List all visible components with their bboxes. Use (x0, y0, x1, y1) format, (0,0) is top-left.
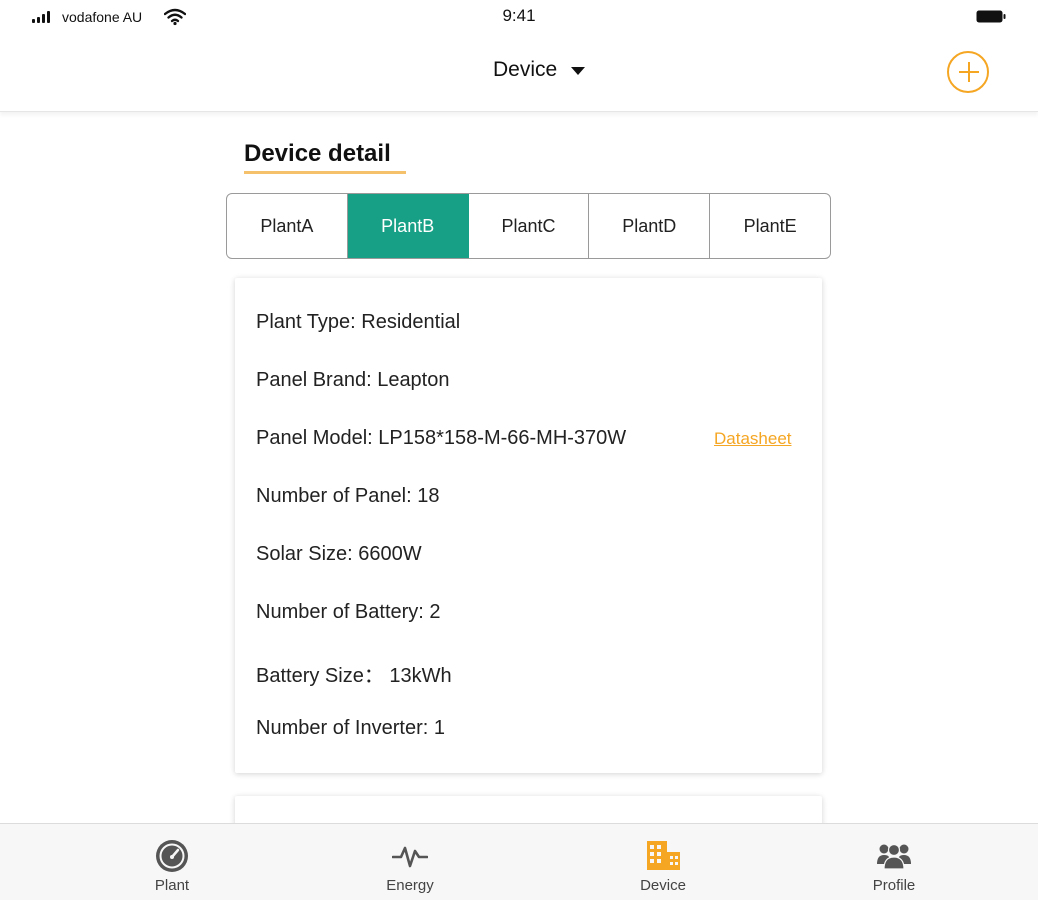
header: Device (0, 36, 1038, 112)
plant-tabs: PlantA PlantB PlantC PlantD PlantE (226, 193, 831, 259)
section-title: Device detail (244, 140, 391, 167)
nav-device-label: Device (640, 877, 686, 894)
battery-icon (976, 10, 1006, 23)
pulse-icon (392, 846, 428, 868)
panel-model: Panel Model: LP158*158-M-66-MH-370W (256, 427, 627, 449)
bottom-nav: Plant Energy Device Profile (0, 823, 1038, 900)
add-icon[interactable] (947, 51, 989, 93)
panel-brand: Panel Brand: Leapton (256, 369, 450, 391)
tab-plantb[interactable]: PlantB (347, 194, 469, 258)
device-dropdown[interactable]: Device (493, 58, 586, 82)
status-bar: vodafone AU 9:41 (0, 0, 1038, 36)
battery-size: Battery Size： 13kWh (256, 665, 452, 687)
number-of-battery: Number of Battery: 2 (256, 601, 441, 623)
nav-profile-label: Profile (872, 877, 916, 894)
nav-energy[interactable]: Energy (350, 824, 470, 900)
header-title: Device (493, 58, 558, 81)
device-detail-card: Plant Type: Residential Panel Brand: Lea… (235, 278, 822, 773)
nav-energy-label: Energy (386, 877, 434, 894)
solar-size: Solar Size: 6600W (256, 543, 422, 565)
nav-plant[interactable]: Plant (112, 824, 232, 900)
plant-type: Plant Type: Residential (256, 311, 461, 333)
tab-plantd[interactable]: PlantD (589, 194, 711, 258)
section-title-underline (244, 171, 406, 174)
clock: 9:41 (502, 6, 536, 25)
caret-down-icon (571, 67, 586, 75)
tab-plantc[interactable]: PlantC (469, 194, 590, 258)
grid-device-icon (647, 841, 680, 870)
users-icon (877, 843, 911, 870)
nav-device[interactable]: Device (603, 824, 723, 900)
number-of-panel: Number of Panel: 18 (256, 485, 440, 507)
datasheet-link[interactable]: Datasheet (714, 429, 792, 449)
number-of-inverter: Number of Inverter: 1 (256, 717, 445, 739)
tab-plante[interactable]: PlantE (710, 194, 830, 258)
nav-profile[interactable]: Profile (834, 824, 954, 900)
tab-planta[interactable]: PlantA (227, 194, 348, 258)
nav-plant-label: Plant (154, 877, 190, 894)
gauge-icon (156, 840, 188, 872)
